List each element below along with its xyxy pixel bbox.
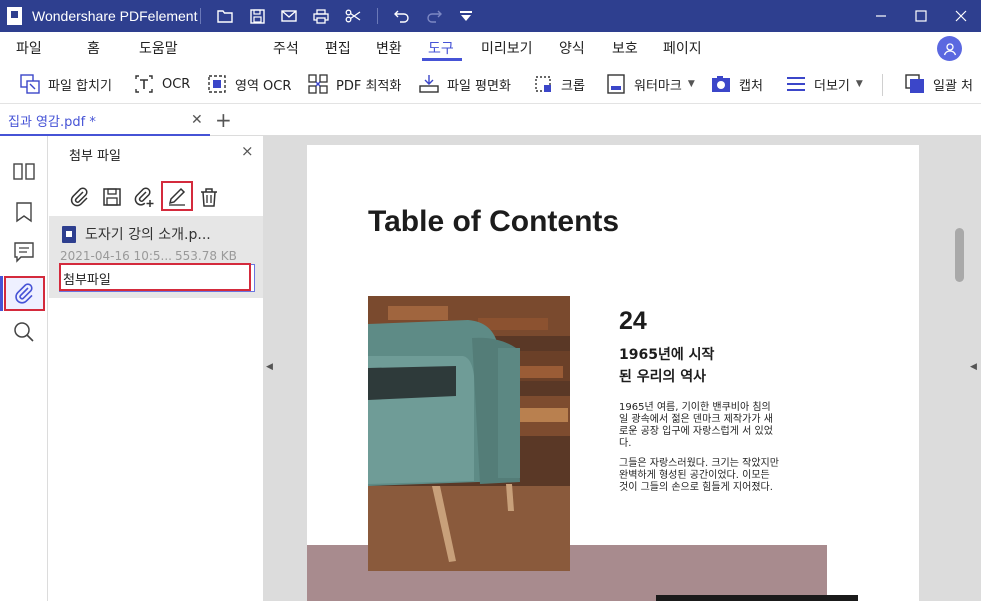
section-heading-line-2: 된 우리의 역사	[619, 369, 707, 385]
pdf-file-icon	[62, 226, 76, 243]
menu-form[interactable]: 양식	[559, 38, 585, 58]
toolbar-separator	[882, 74, 883, 96]
batch-process-button[interactable]: 일괄 처	[905, 72, 973, 96]
page-dark-block	[656, 595, 858, 601]
panel-title: 첨부 파일	[69, 149, 121, 164]
ocr-icon	[134, 74, 154, 94]
user-avatar-icon[interactable]	[937, 36, 962, 61]
app-title: Wondershare PDFelement	[32, 8, 198, 24]
mail-icon[interactable]	[279, 6, 299, 26]
add-tab-icon[interactable]: +	[215, 108, 232, 132]
active-rail-indicator	[0, 276, 3, 311]
section-paragraph-2: 그들은 자랑스러웠다. 크기는 작았지만 완벽하게 형성된 공간이었다. 이모든…	[619, 458, 779, 493]
flatten-file-button[interactable]: 파일 평면화	[419, 72, 511, 96]
ocr-label: OCR	[162, 76, 191, 92]
section-number: 24	[619, 307, 647, 335]
bookmark-icon[interactable]	[12, 200, 36, 224]
capture-label: 캡처	[739, 78, 763, 94]
ocr-button[interactable]: OCR	[134, 72, 190, 96]
thumbnails-icon[interactable]	[12, 160, 36, 184]
menu-file[interactable]: 파일	[16, 38, 42, 58]
more-label: 더보기	[814, 78, 850, 94]
more-button[interactable]: 더보기 ▼	[786, 72, 863, 96]
redo-icon[interactable]	[424, 6, 444, 26]
folder-icon[interactable]	[215, 6, 235, 26]
pdf-page: Table of Contents 24 1965년에 시작 된 우리의 역사	[307, 145, 919, 601]
save-icon[interactable]	[247, 6, 267, 26]
collapse-panel-icon[interactable]: ◀	[266, 362, 273, 372]
batch-icon	[905, 74, 925, 94]
title-bar: Wondershare PDFelement	[0, 0, 981, 32]
expand-right-panel-icon[interactable]: ◀	[970, 362, 977, 372]
watermark-icon	[606, 74, 626, 94]
menu-tools[interactable]: 도구	[428, 38, 454, 58]
page-title: Table of Contents	[368, 205, 620, 238]
scrollbar-thumb[interactable]	[955, 228, 964, 282]
menu-help[interactable]: 도움말	[139, 38, 178, 58]
section-heading: 1965년에 시작 된 우리의 역사	[619, 344, 769, 388]
combine-files-button[interactable]: 파일 합치기	[20, 72, 112, 96]
menu-comment[interactable]: 주석	[273, 38, 299, 58]
combine-files-label: 파일 합치기	[48, 78, 112, 94]
capture-button[interactable]: 캡처	[711, 72, 763, 96]
flatten-file-label: 파일 평면화	[447, 78, 511, 94]
attachment-name: 도자기 강의 소개.p...	[85, 227, 211, 243]
batch-process-label: 일괄 처	[933, 78, 974, 94]
search-icon[interactable]	[12, 320, 36, 344]
quick-access-dropdown-icon[interactable]	[456, 6, 476, 26]
menu-home[interactable]: 홈	[87, 38, 100, 58]
section-heading-line-1: 1965년에 시작	[619, 347, 715, 363]
add-attachment-icon[interactable]	[67, 184, 93, 210]
watermark-button[interactable]: 워터마크 ▼	[606, 72, 695, 96]
area-ocr-icon	[207, 74, 227, 94]
vertical-scrollbar[interactable]	[953, 136, 967, 601]
capture-icon	[711, 74, 731, 94]
crop-icon	[533, 74, 553, 94]
close-tab-icon[interactable]: ✕	[191, 112, 203, 128]
scissors-icon[interactable]	[343, 6, 363, 26]
sofa-photo	[368, 296, 570, 571]
app-logo-icon	[7, 7, 22, 25]
panel-close-icon[interactable]: ×	[241, 142, 254, 160]
attachment-date: 2021-04-16 10:5...	[60, 249, 172, 263]
edit-description-icon[interactable]	[161, 181, 193, 211]
crop-label: 크롭	[561, 78, 585, 94]
more-icon	[786, 74, 806, 94]
area-ocr-label: 영역 OCR	[235, 78, 292, 94]
attachments-panel: 첨부 파일 × 도자기 강의 소개.p... 2021-04-16 10:5..…	[49, 136, 264, 601]
menu-view[interactable]: 미리보기	[481, 38, 533, 58]
chevron-down-icon[interactable]: ▼	[856, 79, 863, 89]
active-menu-indicator	[422, 58, 462, 61]
section-paragraph-1: 1965년 여름, 기이한 밴쿠비아 침의 일 광속에서 젊은 덴마크 제작가가…	[619, 402, 773, 449]
combine-icon	[20, 74, 40, 94]
close-icon[interactable]	[938, 0, 981, 32]
document-tab-bar: 집과 영감.pdf * ✕ +	[0, 104, 981, 136]
delete-attachment-icon[interactable]	[196, 184, 222, 210]
menu-edit[interactable]: 편집	[325, 38, 351, 58]
pdf-optimize-button[interactable]: PDF 최적화	[308, 72, 401, 96]
watermark-label: 워터마크	[634, 78, 682, 94]
title-separator	[377, 8, 378, 24]
comment-icon[interactable]	[12, 240, 36, 264]
attachment-icon[interactable]	[12, 281, 36, 305]
document-tab[interactable]: 집과 영감.pdf * ✕	[0, 104, 210, 136]
attachment-description-text: 첨부파일	[63, 273, 111, 288]
print-icon[interactable]	[311, 6, 331, 26]
menu-page[interactable]: 페이지	[663, 38, 702, 58]
title-separator	[200, 8, 201, 24]
attachment-size: 553.78 KB	[175, 249, 237, 263]
document-tab-label: 집과 영감.pdf *	[8, 115, 96, 130]
chevron-down-icon[interactable]: ▼	[688, 79, 695, 89]
menu-convert[interactable]: 변환	[376, 38, 402, 58]
left-sidebar-rail	[0, 136, 48, 601]
area-ocr-button[interactable]: 영역 OCR	[207, 72, 291, 96]
crop-button[interactable]: 크롭	[533, 72, 585, 96]
optimize-icon	[308, 74, 328, 94]
pdf-optimize-label: PDF 최적화	[336, 78, 402, 94]
menu-protect[interactable]: 보호	[612, 38, 638, 58]
flatten-icon	[419, 74, 439, 94]
save-attachment-icon[interactable]	[99, 184, 125, 210]
attach-file-icon[interactable]	[131, 184, 157, 210]
undo-icon[interactable]	[392, 6, 412, 26]
